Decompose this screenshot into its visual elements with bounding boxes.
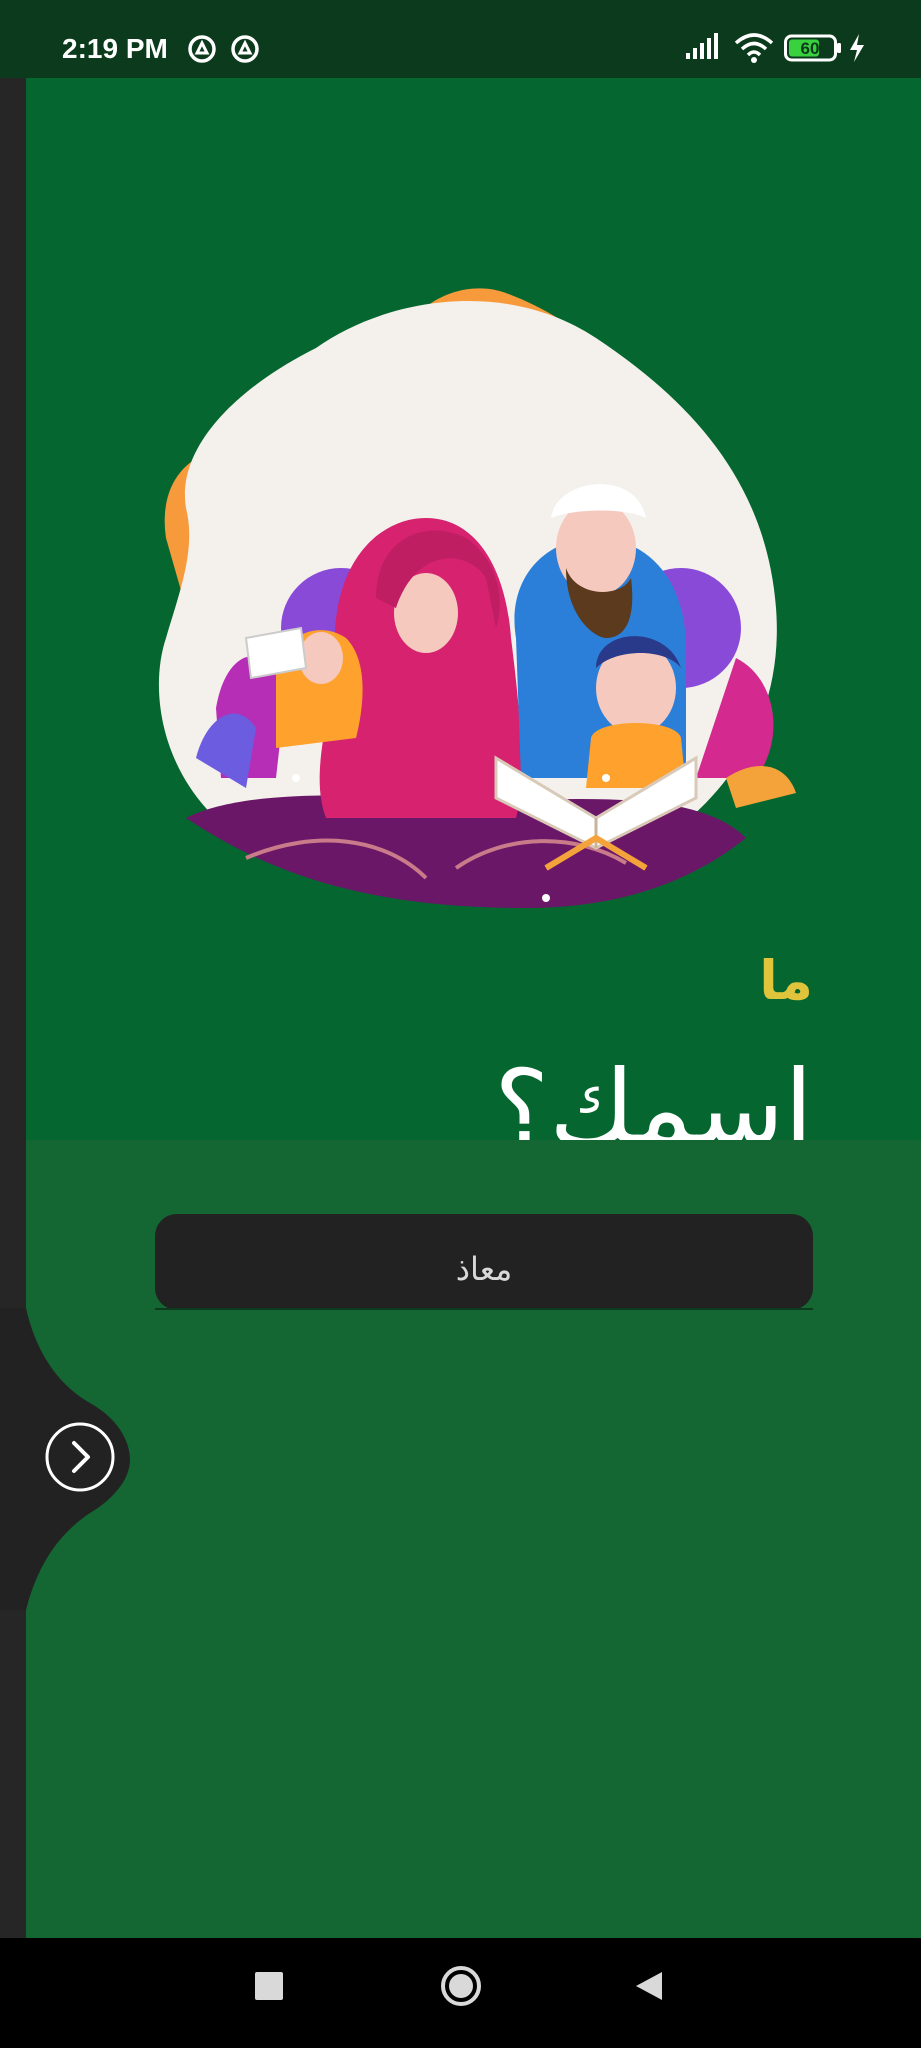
status-time: 2:19 PM xyxy=(62,33,168,64)
wifi-icon xyxy=(734,33,774,63)
chevron-right-icon xyxy=(72,1441,90,1473)
charging-icon xyxy=(850,34,864,62)
recents-square-icon[interactable] xyxy=(255,1972,283,2000)
family-reading-quran-illustration xyxy=(158,288,796,908)
app-notification-icon xyxy=(231,35,259,63)
name-input[interactable] xyxy=(155,1214,813,1310)
app-notification-icon xyxy=(188,35,216,63)
back-triangle-icon[interactable] xyxy=(634,1970,664,2002)
hero-panel: ما اسمك؟ xyxy=(26,78,921,1169)
input-underline xyxy=(155,1308,813,1310)
name-form-panel xyxy=(26,1140,921,1938)
battery-icon: 60 xyxy=(784,34,841,62)
navigation-bar xyxy=(0,1938,921,2048)
status-bar: 2:19 PM 60 xyxy=(0,0,921,78)
battery-level-text: 60 xyxy=(801,39,820,58)
next-button[interactable] xyxy=(44,1421,116,1493)
left-edge-strip xyxy=(0,78,26,1938)
signal-icon xyxy=(686,33,718,59)
question-word-small: ما xyxy=(759,949,813,1012)
home-circle-icon[interactable] xyxy=(439,1964,483,2008)
